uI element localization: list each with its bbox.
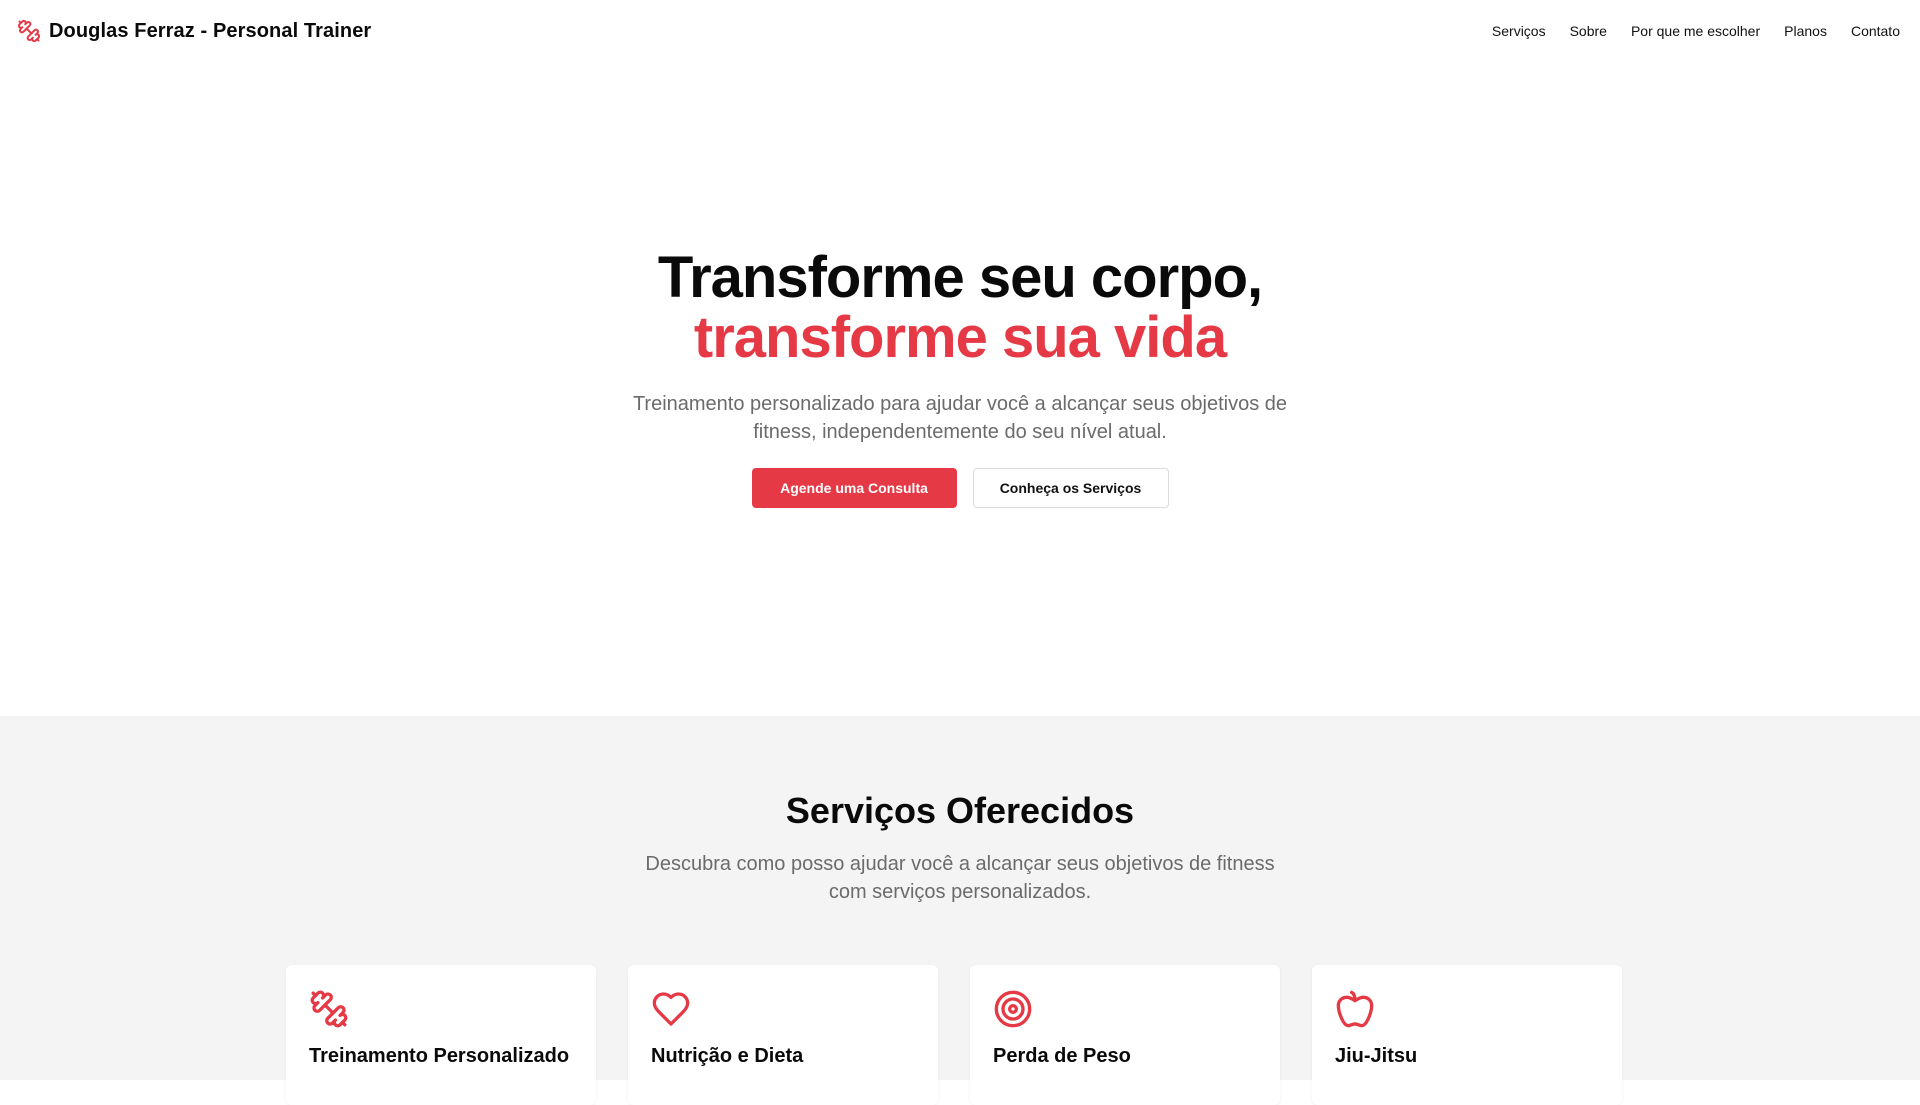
nav-link-sobre[interactable]: Sobre bbox=[1570, 23, 1607, 39]
hero-title-line2: transforme sua vida bbox=[693, 305, 1227, 370]
navbar: Douglas Ferraz - Personal Trainer Serviç… bbox=[0, 0, 1920, 62]
hero-title-line1: Transforme seu corpo, bbox=[657, 245, 1263, 310]
service-card-title: Perda de Peso bbox=[993, 1045, 1131, 1067]
services-section: Serviços Oferecidos Descubra como posso … bbox=[0, 716, 1920, 1105]
dumbbell-icon bbox=[309, 989, 349, 1029]
dumbbell-icon bbox=[17, 19, 41, 43]
nav-link-servicos[interactable]: Serviços bbox=[1492, 23, 1546, 39]
hero-subtitle: Treinamento personalizado para ajudar vo… bbox=[632, 393, 1288, 443]
brand-title: Douglas Ferraz - Personal Trainer bbox=[49, 19, 372, 42]
schedule-consultation-button[interactable]: Agende uma Consulta bbox=[751, 468, 957, 508]
service-cards: Treinamento Personalizado Nutrição e Die… bbox=[286, 965, 1622, 1105]
services-subtitle: Descubra como posso ajudar você a alcanç… bbox=[645, 853, 1275, 903]
nav-link-por-que-me-escolher[interactable]: Por que me escolher bbox=[1631, 23, 1760, 39]
apple-icon bbox=[1335, 989, 1375, 1029]
see-services-button[interactable]: Conheça os Serviços bbox=[972, 468, 1169, 508]
hero-title: Transforme seu corpo, transforme sua vid… bbox=[657, 245, 1263, 370]
brand[interactable]: Douglas Ferraz - Personal Trainer bbox=[17, 19, 371, 43]
service-card-title: Nutrição e Dieta bbox=[651, 1045, 804, 1067]
service-card-title: Jiu-Jitsu bbox=[1335, 1045, 1418, 1067]
service-card-title: Treinamento Personalizado bbox=[309, 1045, 570, 1067]
service-card-nutrition[interactable]: Nutrição e Dieta bbox=[628, 965, 938, 1105]
services-title: Serviços Oferecidos bbox=[785, 790, 1135, 831]
nav-link-contato[interactable]: Contato bbox=[1851, 23, 1900, 39]
service-card-training[interactable]: Treinamento Personalizado bbox=[286, 965, 596, 1105]
main-nav: Serviços Sobre Por que me escolher Plano… bbox=[1492, 23, 1900, 39]
nav-link-planos[interactable]: Planos bbox=[1784, 23, 1827, 39]
service-card-weight-loss[interactable]: Perda de Peso bbox=[970, 965, 1280, 1105]
hero-buttons: Agende uma Consulta Conheça os Serviços bbox=[751, 468, 1169, 508]
target-icon bbox=[993, 989, 1033, 1029]
heart-icon bbox=[651, 989, 691, 1029]
service-card-jiu-jitsu[interactable]: Jiu-Jitsu bbox=[1312, 965, 1622, 1105]
hero-section: Transforme seu corpo, transforme sua vid… bbox=[0, 62, 1920, 716]
